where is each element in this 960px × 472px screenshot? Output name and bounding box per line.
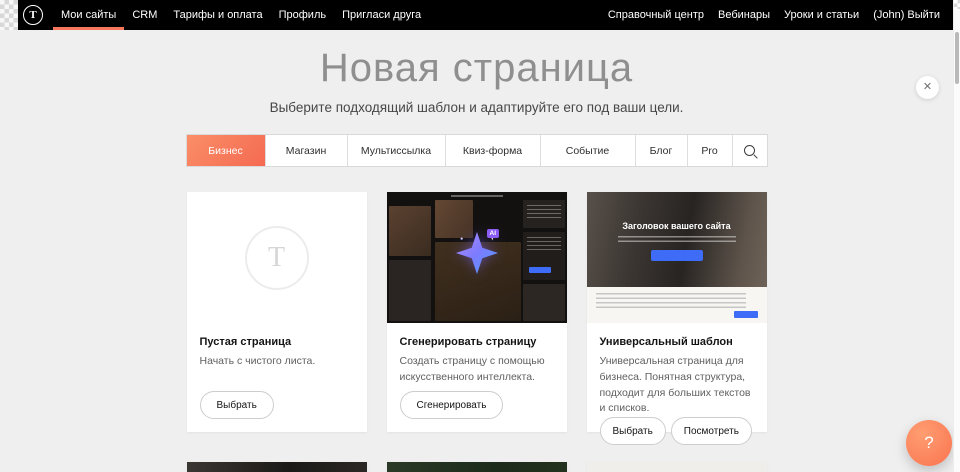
view-template-button[interactable]: Посмотреть: [671, 417, 752, 445]
card-body: Универсальный шаблон Универсальная стран…: [587, 323, 767, 458]
choose-blank-button[interactable]: Выбрать: [200, 391, 274, 419]
fake-text-lines: [618, 236, 736, 243]
nav-invite-friend[interactable]: Пригласи друга: [334, 0, 429, 30]
card-body: Сгенерировать страницу Создать страницу …: [387, 323, 567, 432]
nav-tariffs-payment[interactable]: Тарифы и оплата: [165, 0, 270, 30]
topbar-spacer: [429, 0, 601, 30]
page-title: Новая страница: [0, 46, 953, 91]
template-hero-heading: Заголовок вашего сайта: [622, 221, 730, 231]
scrollbar-thumb[interactable]: [955, 32, 959, 84]
card-body: Пустая страница Начать с чистого листа. …: [187, 323, 367, 432]
tab-blog[interactable]: Блог: [635, 135, 687, 166]
tab-business[interactable]: Бизнес: [187, 135, 265, 166]
universal-template-preview: Заголовок вашего сайта: [587, 192, 767, 323]
preview-header-line: [451, 195, 503, 197]
card-description: Создать страницу с помощью искусственног…: [400, 354, 554, 386]
help-button[interactable]: ?: [906, 420, 952, 466]
topbar-right-nav: Справочный центр Вебинары Уроки и статьи…: [601, 0, 947, 30]
tilda-mark-letter: T: [268, 242, 285, 274]
card-title: Пустая страница: [200, 336, 354, 348]
card-universal-template[interactable]: Заголовок вашего сайта Универсальный шаб…: [587, 192, 767, 432]
tab-pro[interactable]: Pro: [687, 135, 732, 166]
card-actions: Выбрать: [200, 391, 354, 419]
tab-event[interactable]: Событие: [540, 135, 635, 166]
screen: T Мои сайты CRM Тарифы и оплата Профиль …: [0, 0, 960, 472]
transparency-checker-left: [0, 0, 18, 30]
collage-text-block: [523, 200, 565, 228]
collage-image: [389, 206, 431, 256]
card-description: Начать с чистого листа.: [200, 354, 354, 370]
topbar-black-bar: T Мои сайты CRM Тарифы и оплата Профиль …: [18, 0, 953, 30]
collage-image: [523, 284, 565, 321]
template-cards-row-partial: [187, 462, 767, 472]
nav-lessons-articles[interactable]: Уроки и статьи: [777, 0, 866, 30]
card-description: Универсальная страница для бизнеса. Поня…: [600, 354, 754, 417]
tilda-logo[interactable]: T: [23, 5, 43, 25]
generate-button[interactable]: Сгенерировать: [400, 391, 504, 419]
template-card-partial[interactable]: [587, 462, 767, 472]
preview-blue-button: [734, 311, 758, 318]
collage-image: [389, 260, 431, 321]
scrollbar-track[interactable]: [953, 0, 960, 472]
card-title: Сгенерировать страницу: [400, 336, 554, 348]
tilda-mark-icon: T: [245, 226, 309, 290]
page-subtitle: Выберите подходящий шаблон и адаптируйте…: [0, 100, 953, 115]
card-actions: Выбрать Посмотреть: [600, 417, 754, 445]
fake-text-lines: [527, 237, 561, 251]
ai-generate-preview: AI: [387, 192, 567, 323]
topbar: T Мои сайты CRM Тарифы и оплата Профиль …: [0, 0, 953, 30]
choose-template-button[interactable]: Выбрать: [600, 417, 666, 445]
nav-logout[interactable]: (John) Выйти: [866, 0, 947, 30]
tab-search[interactable]: [732, 135, 767, 166]
template-hero: Заголовок вашего сайта: [587, 192, 767, 287]
fake-text-lines: [527, 205, 561, 219]
fake-text-lines: [596, 293, 746, 310]
tab-shop[interactable]: Магазин: [265, 135, 347, 166]
template-cards-row: T Пустая страница Начать с чистого листа…: [187, 192, 767, 432]
preview-blue-button: [651, 250, 703, 261]
template-category-tabs: Бизнес Магазин Мультиссылка Квиз-форма С…: [186, 134, 768, 167]
search-icon: [744, 145, 755, 156]
collage-text-block: [523, 232, 565, 280]
close-icon[interactable]: ✕: [916, 76, 939, 99]
new-page-dialog: ✕ Новая страница Выберите подходящий шаб…: [0, 30, 953, 472]
ai-badge: AI: [487, 229, 500, 238]
nav-profile[interactable]: Профиль: [271, 0, 335, 30]
template-text-section: [587, 287, 767, 323]
nav-webinars[interactable]: Вебинары: [711, 0, 777, 30]
card-generate-page[interactable]: AI Сгенерировать страницу Создать страни…: [387, 192, 567, 432]
card-blank-page[interactable]: T Пустая страница Начать с чистого листа…: [187, 192, 367, 432]
tab-quiz-form[interactable]: Квиз-форма: [445, 135, 540, 166]
nav-crm[interactable]: CRM: [124, 0, 165, 30]
card-title: Универсальный шаблон: [600, 336, 754, 348]
tilda-logo-letter: T: [29, 9, 36, 21]
blank-page-preview: T: [187, 192, 367, 323]
nav-help-center[interactable]: Справочный центр: [601, 0, 711, 30]
template-card-partial[interactable]: [187, 462, 367, 472]
template-card-partial[interactable]: [387, 462, 567, 472]
transparency-checker-right: [954, 0, 960, 9]
nav-my-sites[interactable]: Мои сайты: [53, 0, 124, 30]
topbar-left-nav: Мои сайты CRM Тарифы и оплата Профиль Пр…: [53, 0, 429, 30]
card-actions: Сгенерировать: [400, 391, 554, 419]
preview-blue-button: [529, 267, 551, 273]
tab-multilink[interactable]: Мультиссылка: [347, 135, 445, 166]
